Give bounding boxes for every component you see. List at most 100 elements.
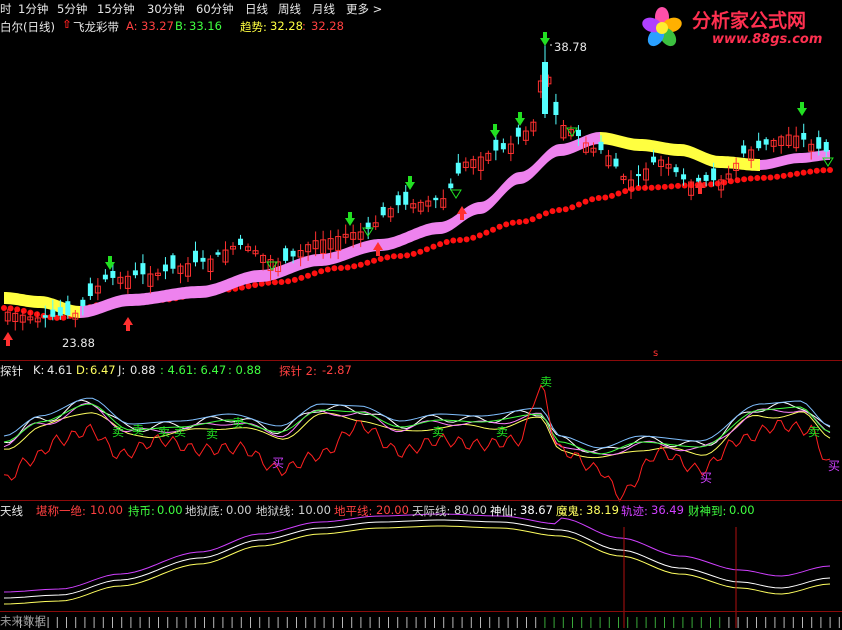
bottom-tick bbox=[148, 617, 150, 628]
bottom-tick bbox=[360, 617, 362, 628]
trend-dot bbox=[338, 265, 344, 271]
trend-dot bbox=[483, 229, 490, 236]
trend-label: 趋势: bbox=[240, 20, 267, 34]
a-label: A: bbox=[126, 19, 138, 33]
buy-signal-label: 买 bbox=[272, 456, 284, 470]
buy-signal-label: 买 bbox=[828, 459, 840, 473]
trend-dot bbox=[298, 274, 305, 281]
bottom-tick bbox=[47, 617, 49, 628]
bottom-tick bbox=[75, 617, 77, 628]
trend-dot bbox=[575, 201, 582, 208]
trend-dot bbox=[417, 248, 424, 255]
sell-signal-label: 卖 bbox=[174, 425, 186, 439]
trend-dot bbox=[714, 180, 721, 187]
candle-down bbox=[455, 162, 461, 174]
bottom-tick bbox=[820, 617, 822, 628]
bottom-tick bbox=[434, 617, 435, 628]
f10-label: 财神到: bbox=[688, 504, 727, 518]
trend-dot bbox=[562, 206, 569, 213]
candle-down bbox=[170, 255, 176, 269]
probe-value-1-text: 4.61 bbox=[167, 363, 194, 377]
bottom-panel-label: 未来数据 bbox=[0, 614, 46, 628]
trend-dot bbox=[305, 272, 311, 279]
probe2-label: 探针 2: bbox=[279, 364, 317, 378]
bottom-tick bbox=[240, 617, 242, 628]
sell-arrow-stem bbox=[543, 32, 547, 38]
trend-dot bbox=[622, 188, 629, 195]
bottom-tick bbox=[654, 617, 656, 628]
bottom-tick bbox=[746, 617, 748, 628]
buy-arrow-stem bbox=[126, 325, 130, 331]
bottom-tick bbox=[590, 617, 592, 628]
bottom-tick bbox=[599, 617, 601, 628]
trend-dot bbox=[252, 282, 259, 288]
bottom-tick bbox=[268, 617, 270, 628]
bottom-tick bbox=[139, 617, 141, 628]
trend-dot bbox=[648, 184, 655, 191]
trend-dot bbox=[423, 246, 430, 253]
chart-canvas[interactable]: 卖卖卖卖卖卖卖 卖卖卖买买买 bbox=[0, 0, 842, 630]
candle-down bbox=[448, 183, 454, 189]
bottom-tick bbox=[204, 617, 205, 628]
candle-down bbox=[215, 252, 221, 255]
trend-dot bbox=[523, 218, 529, 225]
bottom-tick bbox=[700, 617, 702, 628]
sell-arrow-stem bbox=[408, 176, 412, 182]
f5-label: 地平线: bbox=[334, 504, 373, 518]
candle-down bbox=[433, 197, 439, 201]
bottom-tick bbox=[388, 617, 389, 628]
trend-dot bbox=[800, 169, 807, 176]
f4-label: 地狱线: bbox=[256, 504, 295, 518]
bottom-tick bbox=[516, 617, 518, 628]
high-price-marker: 38.78 bbox=[554, 40, 587, 54]
bottom-tick bbox=[645, 617, 647, 628]
j-value: 0.88 bbox=[130, 363, 156, 377]
bottom-tick bbox=[774, 617, 776, 628]
trend-value-1: 32.28 bbox=[270, 19, 303, 33]
trend-dot bbox=[404, 252, 411, 259]
bottom-tick bbox=[369, 617, 371, 628]
bottom-tick bbox=[176, 617, 178, 628]
trend-dot bbox=[542, 210, 549, 217]
candle-down bbox=[756, 140, 762, 149]
bottom-tick bbox=[378, 617, 380, 628]
sell-arrow-stem bbox=[108, 256, 112, 262]
bottom-tick bbox=[314, 617, 316, 628]
trend-dot bbox=[582, 198, 589, 205]
sell-signal-label: 卖 bbox=[808, 425, 820, 439]
candle-down bbox=[711, 168, 717, 181]
bottom-tick bbox=[737, 617, 739, 628]
buy-arrow-icon bbox=[123, 317, 133, 325]
bottom-tick bbox=[296, 617, 297, 628]
trend-dot bbox=[741, 176, 748, 183]
sell-arrow-stem bbox=[800, 102, 804, 108]
trend-dot bbox=[529, 216, 536, 223]
bottom-tick bbox=[406, 617, 408, 628]
f6-value: 80.00 bbox=[454, 503, 487, 517]
sell-signal-label: 卖 bbox=[496, 425, 508, 439]
candle-down bbox=[681, 174, 687, 180]
bottom-tick bbox=[783, 617, 785, 628]
buy-arrow-stem bbox=[460, 214, 464, 220]
trend-dot bbox=[34, 311, 40, 318]
probe-value-1: : 4.61 bbox=[160, 363, 194, 377]
bottom-tick bbox=[250, 617, 251, 628]
trend-dot bbox=[807, 168, 814, 175]
bottom-tick bbox=[480, 617, 481, 628]
trend-dot bbox=[377, 255, 384, 262]
bottom-tick bbox=[332, 617, 334, 628]
bottom-tick bbox=[562, 617, 564, 628]
trend-dot bbox=[595, 195, 602, 201]
sell-signal-label: 卖 bbox=[158, 425, 170, 439]
trend-dot bbox=[470, 234, 477, 241]
trend-value-2: 32.28 bbox=[311, 19, 344, 33]
trend-dot bbox=[490, 226, 496, 233]
bottom-tick bbox=[121, 617, 123, 628]
bottom-tick bbox=[397, 617, 399, 628]
trend-dot bbox=[615, 190, 622, 197]
f6-label: 天际线: bbox=[412, 504, 451, 518]
bottom-tick bbox=[572, 617, 573, 628]
trend-dot bbox=[324, 266, 331, 273]
trend-dot bbox=[509, 219, 516, 226]
bottom-tick bbox=[691, 617, 693, 628]
